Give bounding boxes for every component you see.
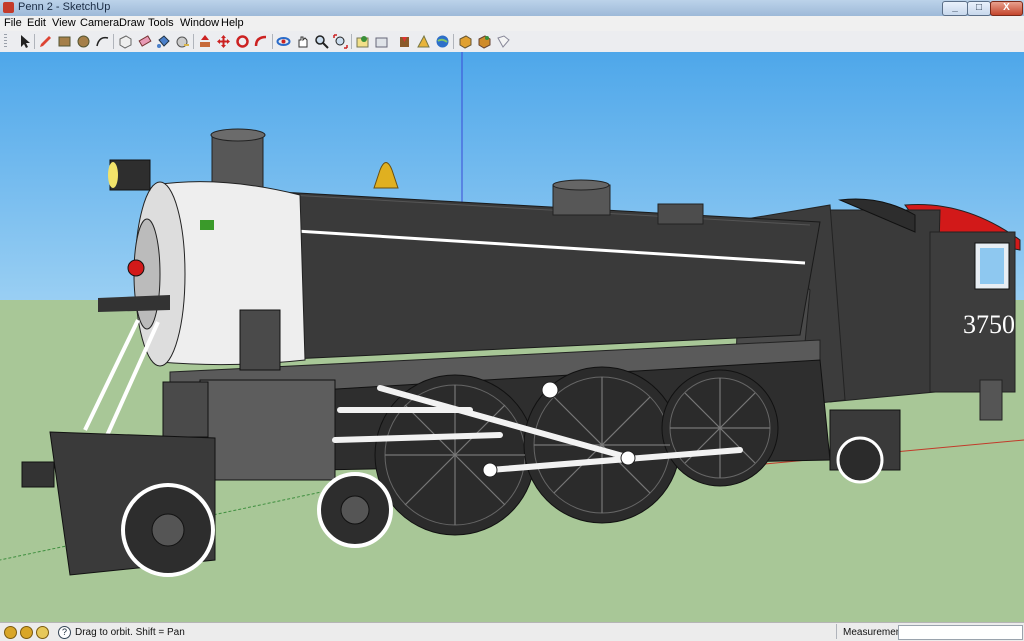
statusbar-separator bbox=[836, 624, 837, 639]
toolbar-grip[interactable] bbox=[4, 34, 7, 49]
menu-tools[interactable]: Tools bbox=[148, 17, 174, 29]
get-models-3d-icon[interactable] bbox=[458, 34, 473, 49]
model-canvas[interactable]: 3750 bbox=[0, 52, 1024, 622]
toolbar-separator bbox=[351, 34, 352, 49]
make-component-icon[interactable] bbox=[118, 34, 133, 49]
help-icon[interactable]: ? bbox=[58, 626, 71, 639]
move-icon[interactable] bbox=[216, 34, 231, 49]
menu-edit[interactable]: Edit bbox=[27, 17, 46, 29]
toolbar-separator bbox=[453, 34, 454, 49]
arc-icon[interactable] bbox=[95, 34, 110, 49]
send-to-layout-icon[interactable] bbox=[496, 34, 511, 49]
toolbar-separator bbox=[113, 34, 114, 49]
share-component-icon[interactable] bbox=[477, 34, 492, 49]
locomotive-number: 3750 bbox=[963, 310, 1015, 339]
menu-bar: File Edit View Camera Draw Tools Window … bbox=[0, 16, 1024, 31]
maximize-button[interactable]: □ bbox=[967, 1, 991, 16]
menu-file[interactable]: File bbox=[4, 17, 22, 29]
rectangle-icon[interactable] bbox=[57, 34, 72, 49]
geo-location-icon[interactable] bbox=[4, 626, 17, 639]
zoom-extents-icon[interactable] bbox=[333, 34, 348, 49]
rotate-icon[interactable] bbox=[235, 34, 250, 49]
toolbar bbox=[0, 31, 1024, 53]
status-hint: Drag to orbit. Shift = Pan bbox=[75, 627, 185, 638]
menu-draw[interactable]: Draw bbox=[119, 17, 145, 29]
credits-icon[interactable] bbox=[20, 626, 33, 639]
status-bar: ? Drag to orbit. Shift = Pan Measurement… bbox=[0, 622, 1024, 641]
title-bar: Penn 2 - SketchUp _ □ X bbox=[0, 0, 1024, 16]
close-button[interactable]: X bbox=[990, 1, 1023, 16]
circle-icon[interactable] bbox=[76, 34, 91, 49]
google-earth-icon[interactable] bbox=[435, 34, 450, 49]
toolbar-separator bbox=[272, 34, 273, 49]
add-location-icon[interactable] bbox=[355, 34, 370, 49]
menu-camera[interactable]: Camera bbox=[80, 17, 119, 29]
zoom-icon[interactable] bbox=[314, 34, 329, 49]
menu-view[interactable]: View bbox=[52, 17, 76, 29]
pan-icon[interactable] bbox=[295, 34, 310, 49]
minimize-button[interactable]: _ bbox=[942, 1, 968, 16]
window-title: Penn 2 - SketchUp bbox=[18, 1, 111, 13]
measurements-input[interactable] bbox=[898, 625, 1023, 640]
get-models-icon[interactable] bbox=[397, 34, 412, 49]
toolbar-separator bbox=[193, 34, 194, 49]
model-viewport[interactable]: 3750 bbox=[0, 52, 1024, 622]
follow-me-icon[interactable] bbox=[254, 34, 269, 49]
menu-help[interactable]: Help bbox=[221, 17, 244, 29]
user-icon[interactable] bbox=[36, 626, 49, 639]
pencil-icon[interactable] bbox=[38, 34, 53, 49]
tape-measure-icon[interactable] bbox=[175, 34, 190, 49]
eraser-icon[interactable] bbox=[137, 34, 152, 49]
sketchup-logo-icon bbox=[3, 2, 14, 13]
share-model-icon[interactable] bbox=[416, 34, 431, 49]
push-pull-icon[interactable] bbox=[197, 34, 212, 49]
menu-window[interactable]: Window bbox=[180, 17, 219, 29]
toolbar-separator bbox=[34, 34, 35, 49]
select-icon[interactable] bbox=[17, 34, 32, 49]
orbit-icon[interactable] bbox=[276, 34, 291, 49]
paint-bucket-icon[interactable] bbox=[156, 34, 171, 49]
toggle-terrain-icon[interactable] bbox=[374, 34, 389, 49]
